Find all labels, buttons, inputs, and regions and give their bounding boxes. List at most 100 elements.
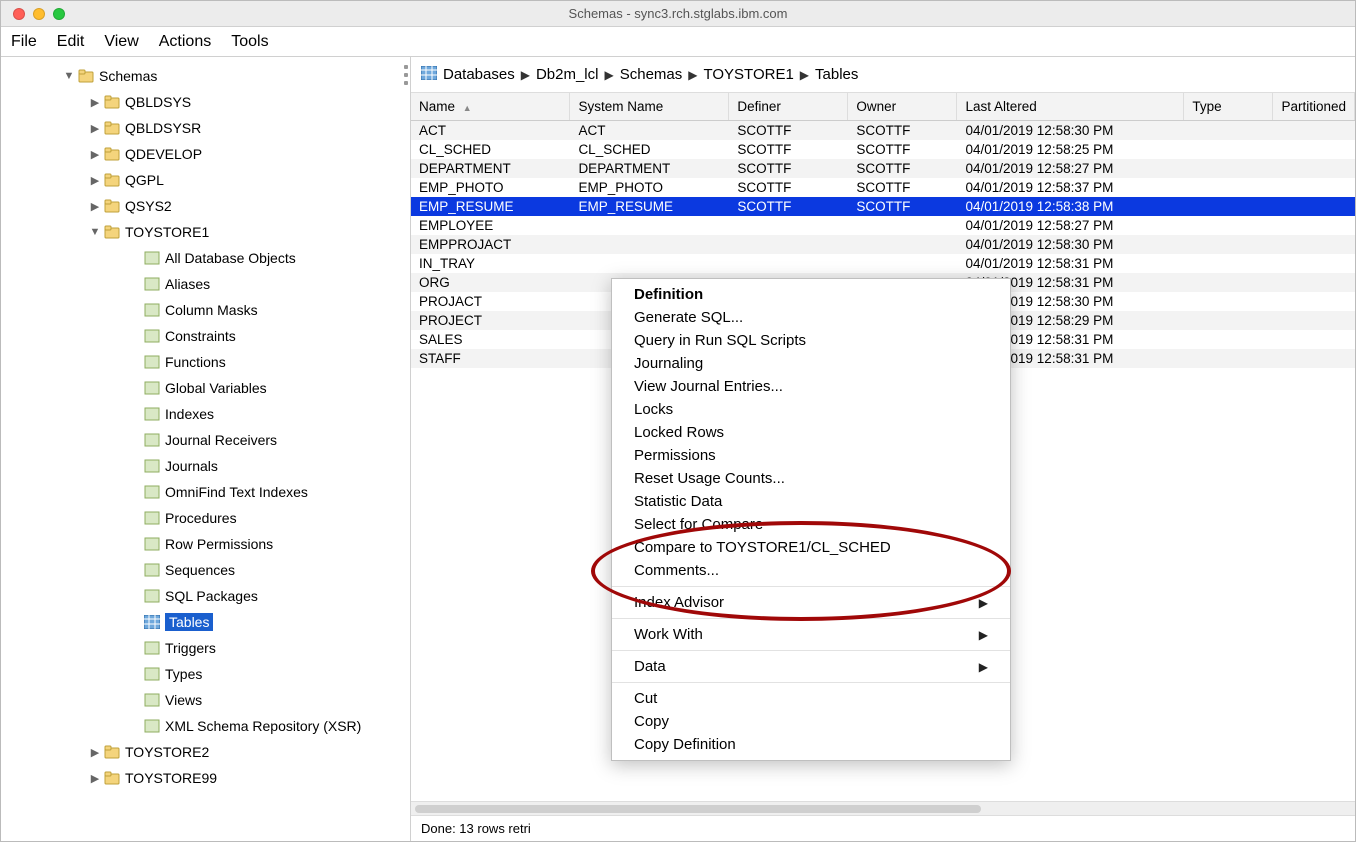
splitter-handle[interactable] bbox=[401, 63, 411, 87]
context-menu-item[interactable]: Locks bbox=[612, 398, 1010, 421]
column-header-name[interactable]: Name ▲ bbox=[411, 93, 570, 121]
context-menu-item[interactable]: Work With▶ bbox=[612, 623, 1010, 646]
cell-partitioned bbox=[1273, 235, 1355, 254]
menu-actions[interactable]: Actions bbox=[159, 33, 211, 51]
breadcrumb-item[interactable]: Databases bbox=[443, 66, 515, 83]
folder-icon bbox=[103, 197, 121, 215]
context-menu-item[interactable]: Compare to TOYSTORE1/CL_SCHED bbox=[612, 536, 1010, 559]
col-label: Name bbox=[419, 99, 455, 114]
tree-node-object[interactable]: Global Variables bbox=[1, 375, 410, 401]
column-header-owner[interactable]: Owner bbox=[848, 93, 957, 121]
menu-view[interactable]: View bbox=[104, 33, 138, 51]
breadcrumb-item[interactable]: TOYSTORE1 bbox=[703, 66, 793, 83]
cell-type bbox=[1184, 273, 1273, 292]
tree-label: Indexes bbox=[165, 406, 214, 422]
context-menu-item[interactable]: Query in Run SQL Scripts bbox=[612, 329, 1010, 352]
context-menu-item[interactable]: Journaling bbox=[612, 352, 1010, 375]
cell-last-altered: 04/01/2019 12:58:30 PM bbox=[957, 235, 1184, 254]
scrollbar-thumb[interactable] bbox=[415, 805, 981, 813]
column-header-system-name[interactable]: System Name bbox=[570, 93, 729, 121]
cell-partitioned bbox=[1273, 292, 1355, 311]
tree-node-object[interactable]: Row Permissions bbox=[1, 531, 410, 557]
twisty-icon[interactable]: ▼ bbox=[87, 226, 103, 238]
tree-node-object[interactable]: Aliases bbox=[1, 271, 410, 297]
tree-node-object[interactable]: Types bbox=[1, 661, 410, 687]
breadcrumb-item[interactable]: Tables bbox=[815, 66, 858, 83]
sort-asc-icon: ▲ bbox=[463, 103, 472, 113]
table-row[interactable]: EMPLOYEE04/01/2019 12:58:27 PM bbox=[411, 216, 1355, 235]
context-menu-item[interactable]: Copy bbox=[612, 710, 1010, 733]
tree-node-object[interactable]: Triggers bbox=[1, 635, 410, 661]
context-menu-item[interactable]: Comments... bbox=[612, 559, 1010, 582]
tree-node-schemas[interactable]: ▼ Schemas bbox=[1, 63, 410, 89]
context-menu-item[interactable]: Statistic Data bbox=[612, 490, 1010, 513]
twisty-icon[interactable]: ▶ bbox=[87, 96, 103, 109]
col-label: Definer bbox=[737, 99, 781, 114]
twisty-icon[interactable]: ▼ bbox=[61, 70, 77, 82]
tree-node-schema[interactable]: ▶QBLDSYSR bbox=[1, 115, 410, 141]
table-row[interactable]: EMP_PHOTOEMP_PHOTOSCOTTFSCOTTF04/01/2019… bbox=[411, 178, 1355, 197]
twisty-icon[interactable]: ▶ bbox=[87, 772, 103, 785]
column-header-type[interactable]: Type bbox=[1184, 93, 1273, 121]
table-row[interactable]: EMPPROJACT04/01/2019 12:58:30 PM bbox=[411, 235, 1355, 254]
context-menu-item[interactable]: View Journal Entries... bbox=[612, 375, 1010, 398]
folder-icon bbox=[103, 223, 121, 241]
tree-node-object[interactable]: Constraints bbox=[1, 323, 410, 349]
context-menu-item[interactable]: Data▶ bbox=[612, 655, 1010, 678]
table-row[interactable]: EMP_RESUMEEMP_RESUMESCOTTFSCOTTF04/01/20… bbox=[411, 197, 1355, 216]
tree-node-object[interactable]: Procedures bbox=[1, 505, 410, 531]
tree-node-object[interactable]: Functions bbox=[1, 349, 410, 375]
context-menu-item[interactable]: Copy Definition bbox=[612, 733, 1010, 756]
cell-name: STAFF bbox=[411, 349, 570, 368]
twisty-icon[interactable]: ▶ bbox=[87, 174, 103, 187]
tree-node-schema[interactable]: ▶QDEVELOP bbox=[1, 141, 410, 167]
tree-node-object[interactable]: Journal Receivers bbox=[1, 427, 410, 453]
menu-tools[interactable]: Tools bbox=[231, 33, 268, 51]
context-menu-item[interactable]: Reset Usage Counts... bbox=[612, 467, 1010, 490]
tree-node-object[interactable]: Sequences bbox=[1, 557, 410, 583]
table-row[interactable]: ACTACTSCOTTFSCOTTF04/01/2019 12:58:30 PM bbox=[411, 121, 1355, 141]
twisty-icon[interactable]: ▶ bbox=[87, 200, 103, 213]
tree-node-object[interactable]: Indexes bbox=[1, 401, 410, 427]
tree-node-object[interactable]: Journals bbox=[1, 453, 410, 479]
object-icon bbox=[143, 327, 161, 345]
context-menu-item[interactable]: Cut bbox=[612, 687, 1010, 710]
tree-node-object[interactable]: All Database Objects bbox=[1, 245, 410, 271]
context-menu-item[interactable]: Generate SQL... bbox=[612, 306, 1010, 329]
column-header-partitioned[interactable]: Partitioned bbox=[1273, 93, 1355, 121]
twisty-icon[interactable]: ▶ bbox=[87, 122, 103, 135]
tree-node-object[interactable]: SQL Packages bbox=[1, 583, 410, 609]
tree-node-schema[interactable]: ▶QGPL bbox=[1, 167, 410, 193]
tree-node-object[interactable]: Column Masks bbox=[1, 297, 410, 323]
context-menu-item[interactable]: Select for Compare bbox=[612, 513, 1010, 536]
table-row[interactable]: DEPARTMENTDEPARTMENTSCOTTFSCOTTF04/01/20… bbox=[411, 159, 1355, 178]
tree-node-schema[interactable]: ▼TOYSTORE1 bbox=[1, 219, 410, 245]
tree-node-schema[interactable]: ▶TOYSTORE99 bbox=[1, 765, 410, 791]
tree-node-object[interactable]: OmniFind Text Indexes bbox=[1, 479, 410, 505]
tree-node-schema[interactable]: ▶QSYS2 bbox=[1, 193, 410, 219]
cell-owner: SCOTTF bbox=[848, 121, 957, 141]
context-menu-item[interactable]: Index Advisor▶ bbox=[612, 591, 1010, 614]
horizontal-scrollbar[interactable] bbox=[411, 801, 1355, 815]
cell-system-name bbox=[570, 216, 729, 235]
menu-edit[interactable]: Edit bbox=[57, 33, 85, 51]
table-row[interactable]: IN_TRAY04/01/2019 12:58:31 PM bbox=[411, 254, 1355, 273]
tree-node-schema[interactable]: ▶QBLDSYS bbox=[1, 89, 410, 115]
tree-node-object[interactable]: XML Schema Repository (XSR) bbox=[1, 713, 410, 739]
menu-file[interactable]: File bbox=[11, 33, 37, 51]
twisty-icon[interactable]: ▶ bbox=[87, 746, 103, 759]
breadcrumb-item[interactable]: Schemas bbox=[620, 66, 683, 83]
cell-partitioned bbox=[1273, 349, 1355, 368]
context-menu-item[interactable]: Permissions bbox=[612, 444, 1010, 467]
breadcrumb-item[interactable]: Db2m_lcl bbox=[536, 66, 599, 83]
column-header-definer[interactable]: Definer bbox=[729, 93, 848, 121]
table-row[interactable]: CL_SCHEDCL_SCHEDSCOTTFSCOTTF04/01/2019 1… bbox=[411, 140, 1355, 159]
tree-node-schema[interactable]: ▶TOYSTORE2 bbox=[1, 739, 410, 765]
cell-partitioned bbox=[1273, 254, 1355, 273]
tree-node-object[interactable]: Tables bbox=[1, 609, 410, 635]
column-header-last-altered[interactable]: Last Altered bbox=[957, 93, 1184, 121]
tree-node-object[interactable]: Views bbox=[1, 687, 410, 713]
context-menu-item[interactable]: Locked Rows bbox=[612, 421, 1010, 444]
context-menu-item[interactable]: Definition bbox=[612, 283, 1010, 306]
twisty-icon[interactable]: ▶ bbox=[87, 148, 103, 161]
